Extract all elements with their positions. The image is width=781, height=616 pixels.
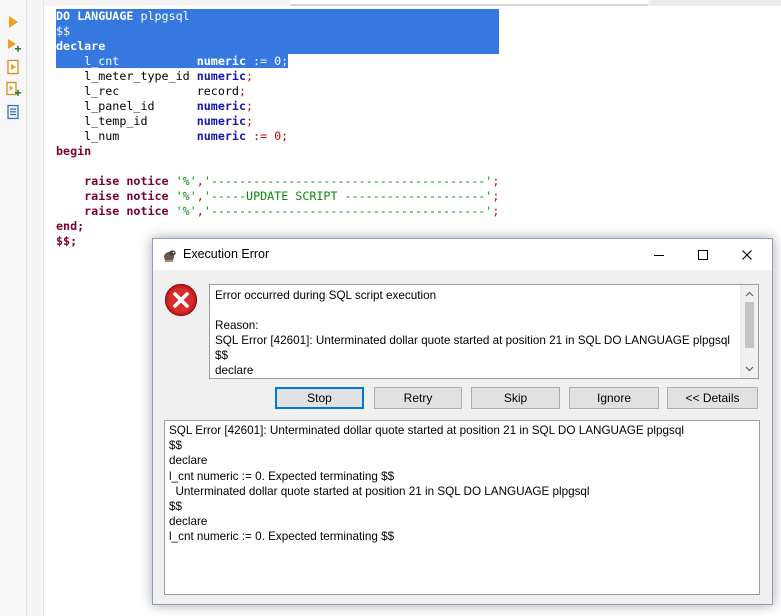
code-string: '-----UPDATE SCRIPT --------------------… (203, 189, 493, 203)
code-line: l_cnt numeric := 0; (56, 54, 499, 69)
execute-script-new-tab-icon[interactable] (5, 81, 21, 97)
code-line: l_temp_id numeric; (56, 114, 499, 129)
code-punct: , (196, 174, 204, 188)
code-identifier: l_num (56, 129, 197, 143)
code-keyword: raise notice (56, 174, 169, 188)
code-text: $$ (56, 24, 71, 38)
code-line: l_meter_type_id numeric; (56, 69, 499, 84)
code-type: numeric (196, 69, 246, 83)
code-punct: , (196, 204, 204, 218)
code-punct: ; (492, 204, 500, 218)
code-line: end; (56, 219, 499, 234)
code-type: numeric (196, 99, 246, 113)
skip-button[interactable]: Skip (471, 387, 560, 409)
code-type: record (196, 84, 239, 98)
code-line: l_num numeric := 0; (56, 129, 499, 144)
code-keyword: begin (56, 144, 92, 158)
execute-in-new-tab-icon[interactable] (5, 37, 21, 53)
editor-tab-inactive[interactable] (650, 0, 781, 6)
code-punct: ; (492, 174, 500, 188)
code-punct: := 0; (246, 129, 289, 143)
minimize-icon (654, 254, 664, 256)
code-punct: ; (246, 69, 254, 83)
error-details-text: SQL Error [42601]: Unterminated dollar q… (169, 424, 684, 544)
editor-gutter (27, 0, 44, 616)
error-details-box[interactable]: SQL Error [42601]: Unterminated dollar q… (164, 420, 760, 595)
code-keyword: $$; (56, 234, 78, 248)
code-string: '---------------------------------------… (203, 204, 493, 218)
explain-plan-icon[interactable] (5, 104, 21, 120)
code-punct: := 0; (246, 54, 289, 68)
code-string: '%' (175, 204, 197, 218)
minimize-button[interactable] (636, 239, 682, 270)
code-keyword: raise notice (56, 204, 169, 218)
dbeaver-app-icon (164, 250, 176, 262)
stop-button[interactable]: Stop (275, 387, 364, 409)
code-line: $$ (56, 24, 500, 39)
code-line: declare (56, 39, 500, 54)
code-line: raise notice '%','----------------------… (56, 204, 499, 219)
execute-statement-icon[interactable] (5, 14, 21, 30)
sql-editor[interactable]: DO LANGUAGE plpgsql $$ declare l_cnt num… (56, 9, 500, 249)
editor-tab[interactable] (290, 0, 648, 6)
code-punct: ; (246, 99, 254, 113)
code-keyword: end; (56, 219, 85, 233)
editor-side-toolbar (0, 0, 27, 616)
scroll-thumb[interactable] (745, 302, 754, 348)
scroll-up-icon[interactable] (745, 290, 754, 299)
code-keyword: declare (56, 39, 106, 53)
code-identifier: l_rec (56, 84, 197, 98)
code-keyword: raise notice (56, 189, 169, 203)
code-line: raise notice '%','----------------------… (56, 174, 499, 189)
code-line: raise notice '%','-----UPDATE SCRIPT ---… (56, 189, 499, 204)
code-type: numeric (196, 54, 246, 68)
message-scrollbar[interactable] (740, 285, 758, 378)
code-identifier: l_panel_id (56, 99, 197, 113)
code-line: l_panel_id numeric; (56, 99, 499, 114)
maximize-button[interactable] (680, 239, 726, 270)
code-punct: ; (246, 114, 254, 128)
code-punct: , (196, 189, 204, 203)
code-type: numeric (196, 129, 246, 143)
code-punct: ; (492, 189, 500, 203)
code-identifier: l_temp_id (56, 114, 197, 128)
close-icon (742, 249, 752, 260)
code-string: '---------------------------------------… (203, 174, 493, 188)
code-text: plpgsql (133, 9, 190, 23)
error-message-text: Error occurred during SQL script executi… (215, 289, 730, 377)
details-toggle-button[interactable]: << Details (667, 387, 758, 409)
code-keyword: DO LANGUAGE (56, 9, 134, 23)
code-line: l_rec record; (56, 84, 499, 99)
code-line: begin (56, 144, 499, 159)
error-icon (164, 283, 198, 317)
dialog-title: Execution Error (183, 247, 270, 261)
execution-error-dialog: Execution Error Error occurred during SQ… (152, 238, 773, 605)
code-identifier: l_meter_type_id (56, 69, 197, 83)
dialog-titlebar[interactable]: Execution Error (153, 239, 772, 270)
execute-script-icon[interactable] (5, 59, 21, 75)
ignore-button[interactable]: Ignore (569, 387, 659, 409)
code-punct: ; (238, 84, 247, 98)
code-string: '%' (175, 174, 197, 188)
editor-tab-strip (0, 0, 781, 6)
close-button[interactable] (724, 239, 770, 270)
maximize-icon (698, 249, 708, 260)
code-identifier: l_cnt (56, 54, 197, 68)
code-type: numeric (196, 114, 246, 128)
error-message-box[interactable]: Error occurred during SQL script executi… (209, 284, 759, 379)
scroll-down-icon[interactable] (745, 364, 754, 373)
retry-button[interactable]: Retry (374, 387, 462, 409)
code-string: '%' (175, 189, 197, 203)
code-line: DO LANGUAGE plpgsql (56, 9, 500, 24)
